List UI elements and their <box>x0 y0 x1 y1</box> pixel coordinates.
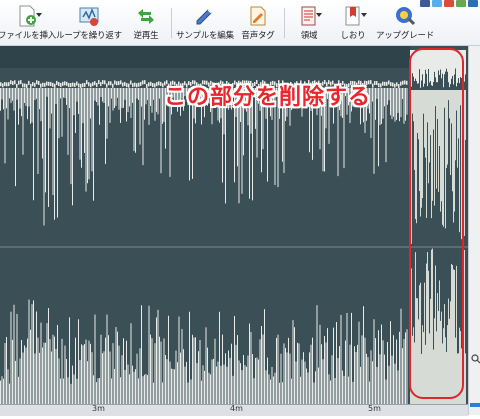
overview-strip <box>0 46 410 68</box>
toolbar-separator <box>284 8 285 38</box>
toolbar: ファイルを挿入 ループを繰り返す 逆再生 サンプルを編集 音声タグ 領域 しおり… <box>0 0 480 46</box>
loop-repeat-label: ループを繰り返す <box>56 31 122 41</box>
reverse-play-icon <box>138 9 154 24</box>
ruler-label-5m: 5m <box>368 404 381 413</box>
annotation-text: この部分を削除する <box>164 85 372 110</box>
insert-file-dropdown-icon[interactable] <box>36 13 42 17</box>
upgrade-label: アップグレード <box>375 31 435 41</box>
insert-file-label: ファイルを挿入 <box>0 31 57 41</box>
twitter-icon[interactable] <box>432 0 442 7</box>
ruler-label-3m: 3m <box>92 404 105 413</box>
reverse-play-label: 逆再生 <box>133 31 159 41</box>
delete-selection-highlight <box>409 48 464 399</box>
zoom-controls <box>470 354 480 407</box>
loop-repeat-icon <box>79 7 99 26</box>
upgrade-icon <box>396 7 416 26</box>
ruler-label-4m: 4m <box>230 404 243 413</box>
share-icon[interactable] <box>444 0 454 7</box>
region-label: 領域 <box>300 31 318 41</box>
audio-tag-button[interactable]: 音声タグ <box>238 5 278 45</box>
insert-file-icon <box>19 5 36 27</box>
edit-sample-button[interactable]: サンプルを編集 <box>175 5 235 45</box>
feedback-icon[interactable] <box>456 0 466 7</box>
bookmark-button[interactable]: しおり <box>338 5 368 45</box>
region-button[interactable]: 領域 <box>294 5 324 45</box>
edit-sample-icon <box>196 9 212 25</box>
audio-tag-label: 音声タグ <box>241 31 275 41</box>
toolbar-separator <box>171 8 172 38</box>
upgrade-button[interactable]: アップグレード <box>375 5 435 45</box>
scroll-thumb[interactable] <box>470 403 480 407</box>
insert-file-button[interactable]: ファイルを挿入 <box>0 5 56 45</box>
reverse-play-button[interactable]: 逆再生 <box>126 5 166 45</box>
vertical-zoom-bar[interactable] <box>468 46 480 415</box>
help-icon[interactable] <box>468 0 478 7</box>
region-dropdown-icon[interactable] <box>316 13 322 17</box>
audio-tag-icon <box>250 6 266 26</box>
bookmark-dropdown-icon[interactable] <box>361 13 367 17</box>
loop-repeat-button[interactable]: ループを繰り返す <box>56 5 122 45</box>
edit-sample-label: サンプルを編集 <box>176 31 234 41</box>
bookmark-label: しおり <box>340 31 366 41</box>
timeline-ruler[interactable]: 3m 4m 5m <box>0 404 468 416</box>
